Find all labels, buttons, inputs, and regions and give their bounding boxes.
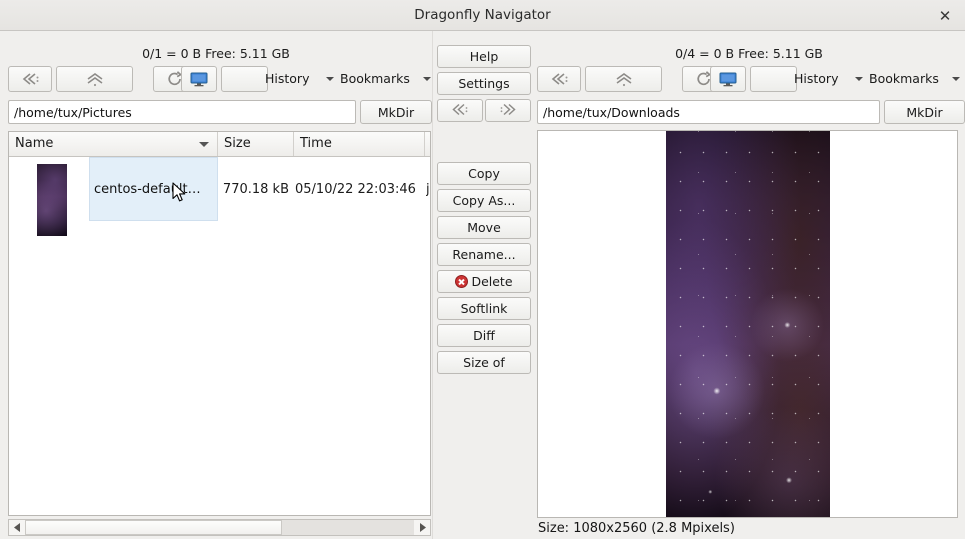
bookmarks-dropdown[interactable]: Bookmarks: [340, 66, 410, 92]
copy-as-button[interactable]: Copy As...: [437, 189, 531, 212]
double-chevron-up-icon: [84, 71, 106, 87]
up-directory-button[interactable]: [56, 66, 133, 92]
close-icon[interactable]: ✕: [933, 4, 957, 28]
column-header-name[interactable]: Name: [9, 132, 218, 156]
copy-to-right-button[interactable]: [485, 99, 531, 122]
double-chevron-left-icon: [19, 72, 41, 86]
column-header-time[interactable]: Time: [294, 132, 425, 156]
display-mode-button[interactable]: [710, 66, 746, 92]
display-mode-button[interactable]: [181, 66, 217, 92]
double-chevron-up-icon: [613, 71, 635, 87]
center-action-column: Help Settings Copy: [437, 31, 531, 539]
mkdir-button[interactable]: MkDir: [884, 100, 965, 124]
help-button[interactable]: Help: [437, 45, 531, 68]
file-size-cell: 770.18 kB: [218, 157, 292, 221]
horizontal-scrollbar[interactable]: [8, 519, 431, 536]
left-status-text: 0/1 = 0 B Free: 5.11 GB: [0, 45, 432, 63]
copy-button[interactable]: Copy: [437, 162, 531, 185]
file-thumbnail: [37, 164, 67, 236]
dragonfly-navigator-window: Dragonfly Navigator ✕ 0/1 = 0 B Free: 5.…: [0, 0, 965, 539]
right-path-row: /home/tux/Downloads MkDir: [537, 100, 965, 124]
column-header-type[interactable]: T: [425, 132, 431, 156]
softlink-button[interactable]: Softlink: [437, 297, 531, 320]
double-chevron-left-icon: [548, 72, 570, 86]
file-list-header: Name Size Time T: [9, 132, 430, 157]
blank-icon[interactable]: [750, 66, 797, 92]
history-dropdown[interactable]: History: [794, 66, 838, 92]
copy-to-left-button[interactable]: [437, 99, 483, 122]
delete-button[interactable]: Delete: [437, 270, 531, 293]
scrollbar-track[interactable]: [25, 520, 414, 535]
blank-icon[interactable]: [221, 66, 268, 92]
up-directory-button[interactable]: [585, 66, 662, 92]
sort-descending-icon: [199, 142, 209, 147]
scroll-right-arrow-icon[interactable]: [414, 520, 430, 535]
delete-circle-icon: [455, 275, 468, 288]
right-status-text: 0/4 = 0 B Free: 5.11 GB: [533, 45, 965, 63]
file-list: Name Size Time T centos-default… 770.18 …: [8, 131, 431, 516]
left-path-row: /home/tux/Pictures MkDir: [8, 100, 432, 124]
path-input[interactable]: /home/tux/Downloads: [537, 100, 880, 124]
preview-size-text: Size: 1080x2560 (2.8 Mpixels): [538, 520, 735, 538]
size-of-button[interactable]: Size of: [437, 351, 531, 374]
chevron-down-icon[interactable]: [423, 77, 431, 81]
double-chevron-left-icon: [449, 103, 471, 119]
left-toolbar: History Bookmarks: [8, 66, 432, 92]
column-header-name-label: Name: [15, 136, 53, 151]
double-chevron-right-icon: [497, 103, 519, 119]
nebula-wallpaper-preview: [666, 131, 830, 518]
file-name-cell[interactable]: centos-default…: [89, 157, 218, 221]
right-toolbar: History Bookmarks: [537, 66, 963, 92]
mkdir-button[interactable]: MkDir: [360, 100, 432, 124]
chevron-down-icon[interactable]: [952, 77, 960, 81]
monitor-icon: [189, 71, 209, 87]
delete-button-label: Delete: [471, 274, 512, 289]
title-bar: Dragonfly Navigator ✕: [0, 0, 965, 31]
image-preview-panel[interactable]: [537, 130, 958, 518]
starfield-overlay: [666, 131, 830, 518]
window-title: Dragonfly Navigator: [0, 0, 965, 31]
move-button[interactable]: Move: [437, 216, 531, 239]
panel-divider: [432, 31, 433, 539]
back-button[interactable]: [537, 66, 581, 92]
chevron-down-icon[interactable]: [855, 77, 863, 81]
back-button[interactable]: [8, 66, 52, 92]
left-file-panel: 0/1 = 0 B Free: 5.11 GB: [0, 31, 432, 539]
settings-button[interactable]: Settings: [437, 72, 531, 95]
scrollbar-thumb[interactable]: [25, 520, 282, 535]
file-time-cell: 05/10/22 22:03:46: [295, 157, 423, 221]
diff-button[interactable]: Diff: [437, 324, 531, 347]
chevron-down-icon[interactable]: [326, 77, 334, 81]
bookmarks-dropdown[interactable]: Bookmarks: [869, 66, 939, 92]
path-input[interactable]: /home/tux/Pictures: [8, 100, 356, 124]
table-row[interactable]: centos-default… 770.18 kB 05/10/22 22:03…: [9, 157, 430, 221]
file-type-cell: jp: [426, 157, 431, 221]
rename-button[interactable]: Rename...: [437, 243, 531, 266]
column-header-size[interactable]: Size: [218, 132, 294, 156]
monitor-icon: [718, 71, 738, 87]
history-dropdown[interactable]: History: [265, 66, 309, 92]
scroll-left-arrow-icon[interactable]: [9, 520, 25, 535]
